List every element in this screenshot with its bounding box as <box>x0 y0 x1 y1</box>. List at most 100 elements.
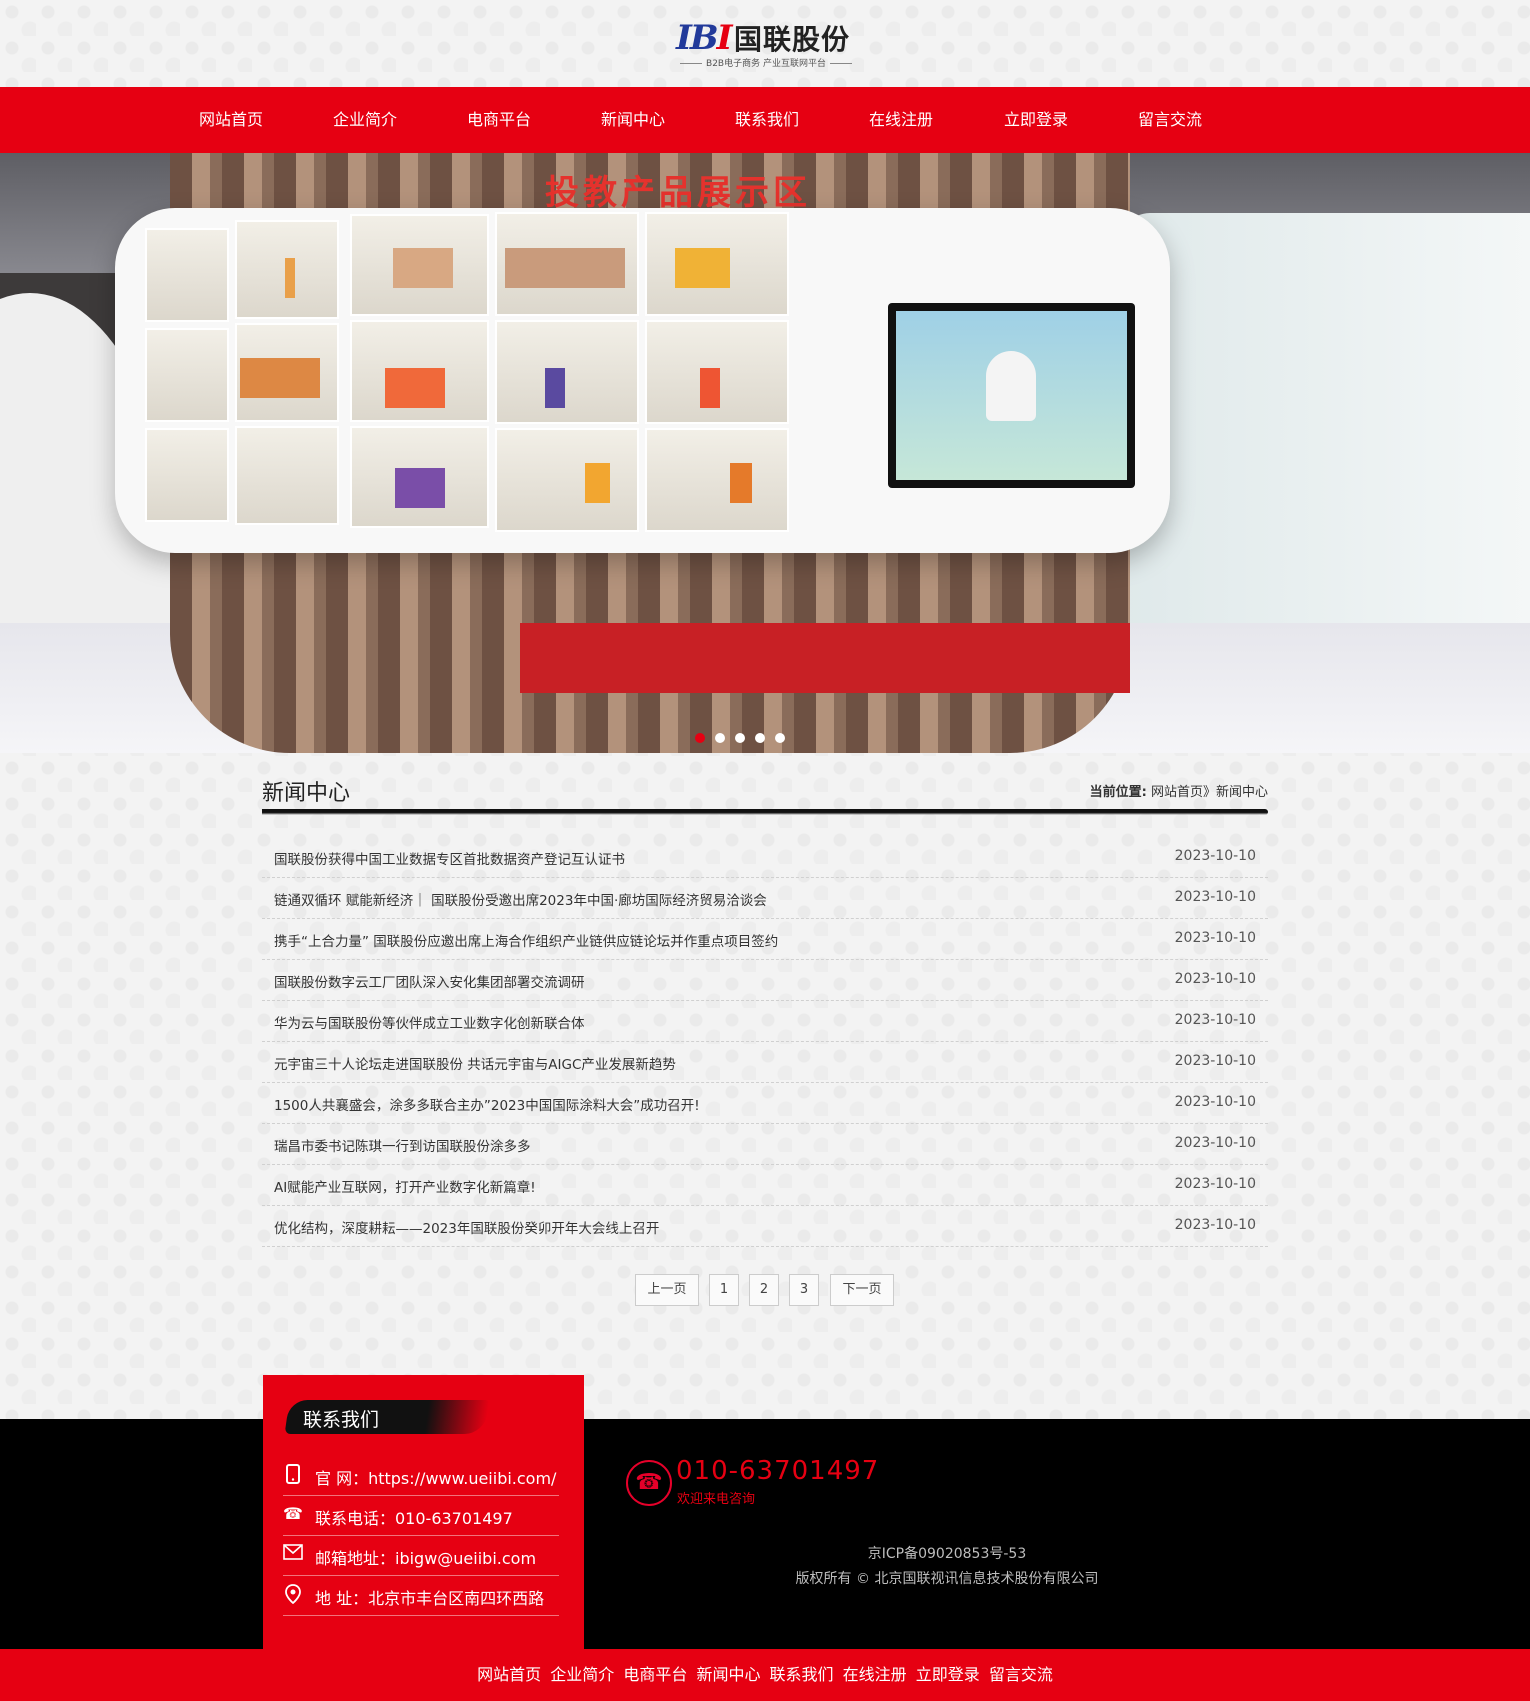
news-list: 国联股份获得中国工业数据专区首批数据资产登记互认证书 2023-10-10 链通双… <box>262 837 1268 1247</box>
page-2-button[interactable]: 2 <box>749 1274 779 1306</box>
location-pin-icon <box>283 1584 303 1605</box>
news-title[interactable]: 1500人共襄盛会，涂多多联合主办”2023中国国际涂料大会”成功召开! <box>274 1094 700 1114</box>
breadcrumb-current: 新闻中心 <box>1215 785 1268 800</box>
news-date: 2023-10-10 <box>1174 1176 1256 1192</box>
list-item[interactable]: 元宇宙三十人论坛走进国联股份 共话元宇宙与AIGC产业发展新趋势 2023-10-… <box>262 1042 1268 1083</box>
telephone-icon: ☎ <box>283 1504 303 1523</box>
book <box>285 258 295 298</box>
news-date: 2023-10-10 <box>1174 1135 1256 1151</box>
icp-record[interactable]: 京ICP备09020853号-53 <box>762 1543 1132 1563</box>
shelf-cell <box>495 428 639 532</box>
page-1-button[interactable]: 1 <box>709 1274 739 1306</box>
banner-tv-figure <box>986 351 1036 421</box>
banner-slider[interactable]: 投教产品展示区 <box>0 153 1530 753</box>
contact-website[interactable]: 官 网：https://www.ueiibi.com/ <box>315 1465 556 1489</box>
list-item[interactable]: 国联股份数字云工厂团队深入安化集团部署交流调研 2023-10-10 <box>262 960 1268 1001</box>
breadcrumb-home-link[interactable]: 网站首页》 <box>1151 785 1216 800</box>
contact-phone: 联系电话：010-63701497 <box>315 1509 513 1528</box>
shelf-cell <box>145 228 229 322</box>
main-nav: 网站首页 企业简介 电商平台 新闻中心 联系我们 在线注册 立即登录 留言交流 <box>0 87 1530 153</box>
news-title[interactable]: 链通双循环 赋能新经济｜ 国联股份受邀出席2023年中国·廊坊国际经济贸易洽谈会 <box>274 889 767 909</box>
logo-tagline: B2B电子商务 产业互联网平台 <box>676 56 856 69</box>
list-item[interactable]: 链通双循环 赋能新经济｜ 国联股份受邀出席2023年中国·廊坊国际经济贸易洽谈会… <box>262 878 1268 919</box>
contact-row-email: 邮箱地址：ibigw@ueiibi.com <box>283 1537 559 1576</box>
book <box>385 368 445 408</box>
nav-item-message[interactable]: 留言交流 <box>1110 87 1230 153</box>
list-item[interactable]: 携手“上合力量” 国联股份应邀出席上海合作组织产业链供应链论坛并作重点项目签约 2… <box>262 919 1268 960</box>
book <box>545 368 565 408</box>
book <box>700 368 720 408</box>
mobile-icon <box>283 1464 303 1484</box>
nav-item-about[interactable]: 企业简介 <box>305 87 425 153</box>
news-title[interactable]: 国联股份数字云工厂团队深入安化集团部署交流调研 <box>274 971 585 991</box>
footer-nav: 网站首页 企业简介 电商平台 新闻中心 联系我们 在线注册 立即登录 留言交流 <box>0 1649 1530 1701</box>
next-page-button[interactable]: 下一页 <box>830 1274 894 1306</box>
news-title[interactable]: 瑞昌市委书记陈琪一行到访国联股份涂多多 <box>274 1135 531 1155</box>
hotline-subtitle: 欢迎来电咨询 <box>677 1492 756 1507</box>
list-item[interactable]: 国联股份获得中国工业数据专区首批数据资产登记互认证书 2023-10-10 <box>262 837 1268 878</box>
footer-link-contact[interactable]: 联系我们 <box>770 1649 834 1701</box>
news-date: 2023-10-10 <box>1174 971 1256 987</box>
list-item[interactable]: 1500人共襄盛会，涂多多联合主办”2023中国国际涂料大会”成功召开! 2023… <box>262 1083 1268 1124</box>
banner-tv-screen <box>896 311 1127 480</box>
footer-link-news[interactable]: 新闻中心 <box>696 1649 760 1701</box>
nav-item-ecommerce[interactable]: 电商平台 <box>439 87 559 153</box>
slider-dot-1[interactable] <box>695 733 705 743</box>
news-title[interactable]: 华为云与国联股份等伙伴成立工业数字化创新联合体 <box>274 1012 585 1032</box>
nav-item-register[interactable]: 在线注册 <box>841 87 961 153</box>
footer-link-login[interactable]: 立即登录 <box>916 1649 980 1701</box>
nav-item-contact[interactable]: 联系我们 <box>707 87 827 153</box>
list-item[interactable]: 瑞昌市委书记陈琪一行到访国联股份涂多多 2023-10-10 <box>262 1124 1268 1165</box>
list-item[interactable]: 华为云与国联股份等伙伴成立工业数字化创新联合体 2023-10-10 <box>262 1001 1268 1042</box>
footer-link-register[interactable]: 在线注册 <box>843 1649 907 1701</box>
banner-red-bench <box>520 623 1130 693</box>
slider-dot-3[interactable] <box>735 733 745 743</box>
contact-row-address: 地 址：北京市丰台区南四环西路 <box>283 1577 559 1616</box>
slider-dot-4[interactable] <box>755 733 765 743</box>
news-date: 2023-10-10 <box>1174 1217 1256 1233</box>
shelf-cell <box>645 428 789 532</box>
site-header: IBI 国联股份 B2B电子商务 产业互联网平台 <box>0 0 1530 87</box>
breadcrumb: 当前位置: 网站首页》新闻中心 <box>1090 781 1268 800</box>
footer-link-home[interactable]: 网站首页 <box>477 1649 541 1701</box>
breadcrumb-label: 当前位置: <box>1089 785 1147 800</box>
footer-link-about[interactable]: 企业简介 <box>550 1649 614 1701</box>
footer-link-message[interactable]: 留言交流 <box>989 1649 1053 1701</box>
title-divider <box>262 809 1268 815</box>
shelf-cell <box>145 428 229 522</box>
copyright: 版权所有 © 北京国联视讯信息技术股份有限公司 <box>795 1571 1099 1587</box>
page-3-button[interactable]: 3 <box>789 1274 819 1306</box>
page-title: 新闻中心 <box>262 781 351 806</box>
logo-mark-text-a: IB <box>676 18 719 58</box>
shelf-cell <box>145 328 229 422</box>
book <box>505 248 625 288</box>
contact-address: 地 址：北京市丰台区南四环西路 <box>315 1589 545 1608</box>
book <box>585 463 610 503</box>
footer-link-ecommerce[interactable]: 电商平台 <box>623 1649 687 1701</box>
slider-dot-5[interactable] <box>775 733 785 743</box>
slider-dot-2[interactable] <box>715 733 725 743</box>
news-title[interactable]: 优化结构，深度耕耘——2023年国联股份癸卯开年大会线上召开 <box>274 1217 659 1237</box>
nav-item-home[interactable]: 网站首页 <box>171 87 291 153</box>
news-date: 2023-10-10 <box>1174 1012 1256 1028</box>
news-title[interactable]: 携手“上合力量” 国联股份应邀出席上海合作组织产业链供应链论坛并作重点项目签约 <box>274 930 778 950</box>
logo-tagline-text: B2B电子商务 产业互联网平台 <box>706 59 826 69</box>
banner-tv <box>888 303 1135 488</box>
contact-panel: 联系我们 官 网：https://www.ueiibi.com/ ☎ 联系电话：… <box>263 1375 584 1650</box>
nav-item-news[interactable]: 新闻中心 <box>573 87 693 153</box>
logo-name: 国联股份 <box>734 23 851 56</box>
nav-item-login[interactable]: 立即登录 <box>976 87 1096 153</box>
site-logo[interactable]: IBI 国联股份 B2B电子商务 产业互联网平台 <box>676 14 856 74</box>
list-item[interactable]: 优化结构，深度耕耘——2023年国联股份癸卯开年大会线上召开 2023-10-10 <box>262 1206 1268 1247</box>
news-title[interactable]: AI赋能产业互联网，打开产业数字化新篇章! <box>274 1176 536 1196</box>
contact-email[interactable]: 邮箱地址：ibigw@ueiibi.com <box>315 1545 536 1569</box>
news-title[interactable]: 元宇宙三十人论坛走进国联股份 共话元宇宙与AIGC产业发展新趋势 <box>274 1053 676 1073</box>
book <box>240 358 320 398</box>
shelf-cell <box>235 426 339 525</box>
list-item[interactable]: AI赋能产业互联网，打开产业数字化新篇章! 2023-10-10 <box>262 1165 1268 1206</box>
book <box>730 463 752 503</box>
news-title[interactable]: 国联股份获得中国工业数据专区首批数据资产登记互认证书 <box>274 848 625 868</box>
contact-row-phone: ☎ 联系电话：010-63701497 <box>283 1497 559 1536</box>
news-date: 2023-10-10 <box>1174 1094 1256 1110</box>
prev-page-button[interactable]: 上一页 <box>635 1274 699 1306</box>
